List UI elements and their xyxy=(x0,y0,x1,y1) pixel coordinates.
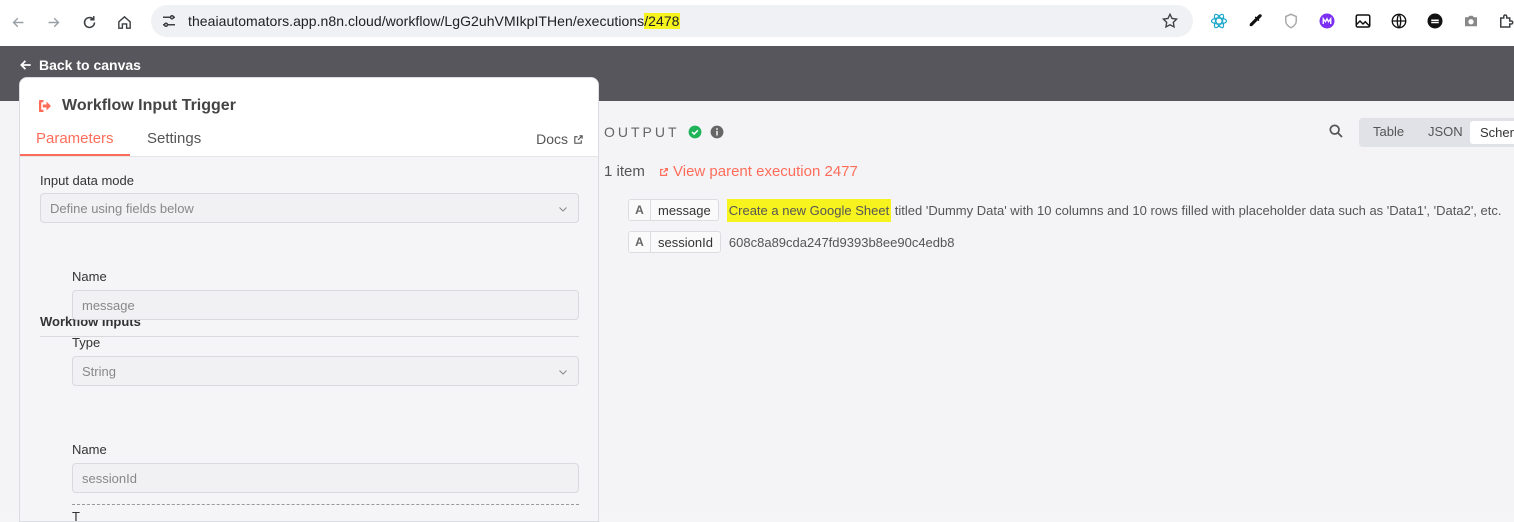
input-mode-select[interactable]: Define using fields below xyxy=(40,193,579,223)
bookmark-star-icon[interactable] xyxy=(1161,12,1179,30)
schema-row: A message Create a new Google Sheet titl… xyxy=(628,198,1502,222)
docs-label: Docs xyxy=(536,131,568,147)
input-name-field[interactable]: sessionId xyxy=(72,463,579,493)
sign-in-icon xyxy=(39,100,51,112)
view-json-button[interactable]: JSON xyxy=(1428,124,1463,139)
url-text: theaiautomators.app.n8n.cloud/workflow/L… xyxy=(188,13,680,29)
extension-shield-icon[interactable] xyxy=(1281,11,1301,31)
view-table-button[interactable]: Table xyxy=(1373,124,1404,139)
success-check-icon xyxy=(688,125,701,139)
schema-key-pill[interactable]: A message xyxy=(628,199,719,221)
node-title: Workflow Input Trigger xyxy=(36,97,236,115)
extension-eyedropper-icon[interactable] xyxy=(1245,11,1265,31)
browser-toolbar: theaiautomators.app.n8n.cloud/workflow/L… xyxy=(0,0,1514,46)
extension-camera-icon[interactable] xyxy=(1461,11,1481,31)
tab-settings[interactable]: Settings xyxy=(147,130,201,156)
back-to-canvas-button[interactable]: Back to canvas xyxy=(19,57,141,73)
output-header: OUTPUT xyxy=(604,124,724,140)
panel-tabs: Parameters Settings xyxy=(20,130,598,156)
info-icon[interactable] xyxy=(710,125,724,139)
docs-link[interactable]: Docs xyxy=(536,131,584,147)
address-bar[interactable]: theaiautomators.app.n8n.cloud/workflow/L… xyxy=(151,5,1193,37)
view-parent-execution-link[interactable]: View parent execution 2477 xyxy=(659,163,858,180)
schema-key-pill[interactable]: A sessionId xyxy=(628,231,721,253)
schema-value: 608c8a89cda247fd9393b8ee90c4edb8 xyxy=(729,235,955,250)
input-name-value: message xyxy=(82,298,135,313)
input-name-label: Name xyxy=(72,269,107,284)
search-icon[interactable] xyxy=(1328,123,1344,139)
input-divider xyxy=(72,504,579,505)
input-name-value: sessionId xyxy=(82,471,137,486)
input-type-select[interactable]: String xyxy=(72,356,579,386)
back-label: Back to canvas xyxy=(39,57,141,73)
view-schema-button[interactable]: Schema xyxy=(1470,121,1514,144)
site-settings-icon[interactable] xyxy=(160,12,178,30)
extensions-puzzle-icon[interactable] xyxy=(1496,11,1514,31)
extension-image-icon[interactable] xyxy=(1353,11,1373,31)
value-text: titled 'Dummy Data' with 10 columns and … xyxy=(891,202,1502,218)
output-label: OUTPUT xyxy=(604,124,680,140)
url-highlight: /2478 xyxy=(644,13,680,29)
node-parameters-panel: Workflow Input Trigger Parameters Settin… xyxy=(19,77,599,522)
reload-icon[interactable] xyxy=(76,9,102,35)
forward-arrow-icon[interactable] xyxy=(40,9,66,35)
tab-parameters[interactable]: Parameters xyxy=(20,130,130,156)
value-text: 608c8a89cda247fd9393b8ee90c4edb8 xyxy=(728,234,955,250)
extension-m-icon[interactable] xyxy=(1317,11,1337,31)
input-type-label: T xyxy=(72,509,80,522)
input-mode-value: Define using fields below xyxy=(50,201,194,216)
value-highlight: Create a new Google Sheet xyxy=(726,198,892,222)
extension-globe-icon[interactable] xyxy=(1389,11,1409,31)
input-name-field[interactable]: message xyxy=(72,290,579,320)
string-type-icon: A xyxy=(629,200,651,220)
item-count: 1 item xyxy=(604,163,645,180)
schema-row: A sessionId 608c8a89cda247fd9393b8ee90c4… xyxy=(628,231,954,253)
schema-value: Create a new Google Sheet titled 'Dummy … xyxy=(726,198,1502,222)
back-arrow-icon[interactable] xyxy=(5,9,31,35)
schema-key: message xyxy=(658,202,711,218)
input-name-label: Name xyxy=(72,442,107,457)
string-type-icon: A xyxy=(629,232,651,252)
view-switcher: Table JSON Schema xyxy=(1359,118,1514,147)
parameters-form: Input data mode Define using fields belo… xyxy=(20,156,598,522)
home-icon[interactable] xyxy=(111,9,137,35)
input-mode-label: Input data mode xyxy=(40,173,134,188)
chevron-down-icon xyxy=(559,207,567,212)
panel-header: Workflow Input Trigger Parameters Settin… xyxy=(20,78,598,156)
input-type-label: Type xyxy=(72,335,101,350)
schema-key: sessionId xyxy=(658,234,713,250)
chevron-down-icon xyxy=(559,370,567,375)
arrow-left-icon xyxy=(20,60,31,70)
parent-link-text: View parent execution 2477 xyxy=(673,163,858,180)
node-title-text: Workflow Input Trigger xyxy=(62,97,236,114)
extension-circle-icon[interactable] xyxy=(1425,11,1445,31)
external-link-icon xyxy=(574,134,583,144)
input-type-value: String xyxy=(82,364,116,379)
external-link-icon xyxy=(660,167,668,176)
extension-react-icon[interactable] xyxy=(1209,11,1229,31)
